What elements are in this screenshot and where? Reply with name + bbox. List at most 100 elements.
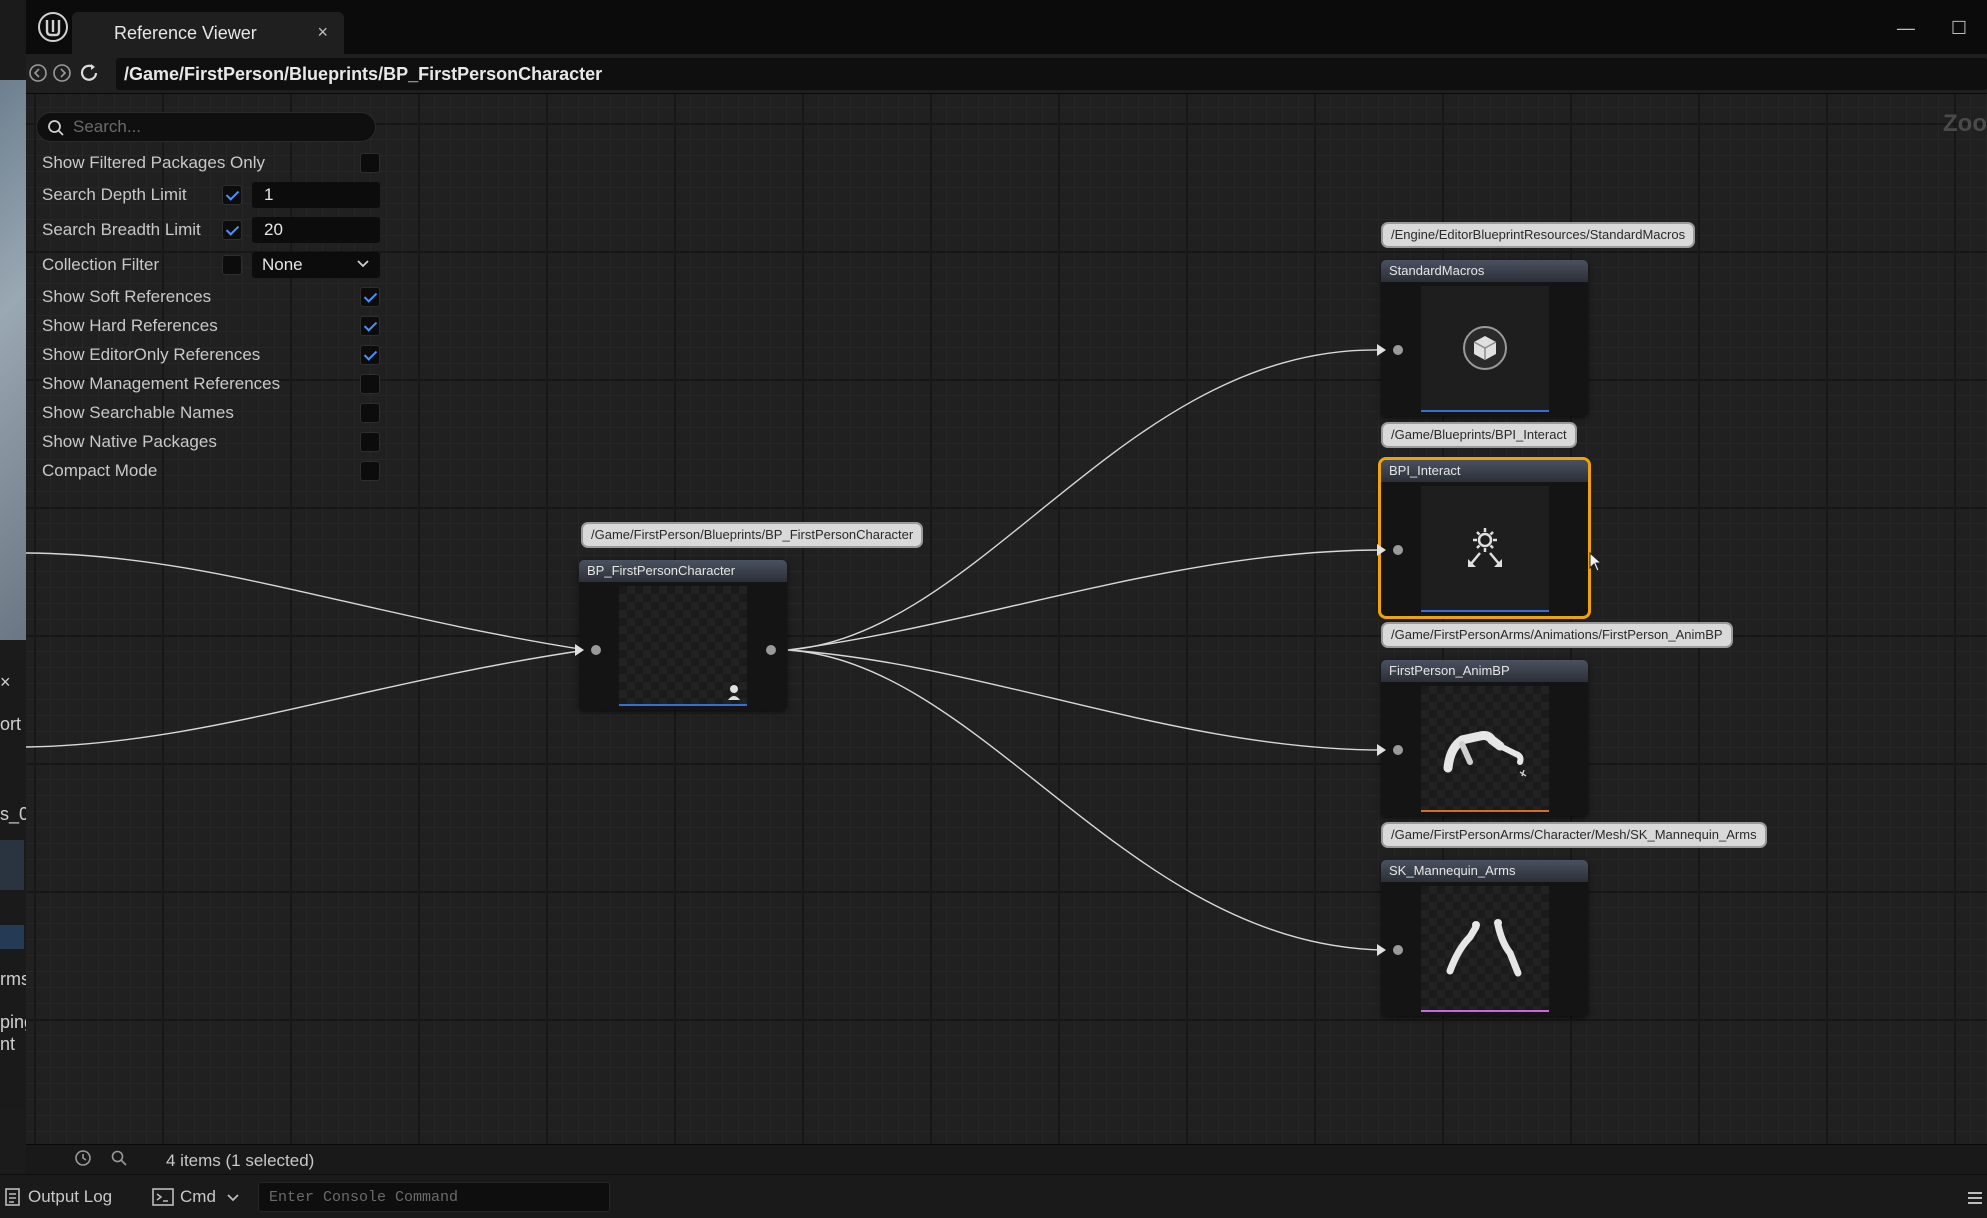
output-pin[interactable] — [766, 645, 776, 655]
compact-mode-checkbox[interactable] — [360, 461, 380, 481]
node-path-label: /Engine/EditorBlueprintResources/Standar… — [1381, 222, 1696, 248]
output-log-button[interactable]: Output Log — [28, 1187, 112, 1207]
input-arrow — [1377, 744, 1386, 756]
node-header: StandardMacros — [1381, 260, 1588, 282]
node-path-label: /Game/FirstPersonArms/Animations/FirstPe… — [1381, 622, 1733, 648]
wire-to-standardmacros — [787, 349, 1384, 651]
collection-filter-dropdown[interactable]: None — [252, 252, 380, 278]
console-command-field[interactable] — [258, 1182, 610, 1212]
option-label: Show Native Packages — [42, 432, 217, 451]
show-soft-references-checkbox[interactable] — [360, 287, 380, 307]
mouse-cursor-icon — [1589, 552, 1603, 572]
console-command-input[interactable] — [259, 1183, 609, 1211]
option-label: Show Filtered Packages Only — [42, 153, 265, 172]
maximize-button[interactable]: ☐ — [1951, 18, 1967, 39]
show-management-references-checkbox[interactable] — [360, 374, 380, 394]
asset-type-bar — [1421, 610, 1549, 612]
collection-filter-checkbox[interactable] — [222, 255, 242, 275]
show-searchable-names-checkbox[interactable] — [360, 403, 380, 423]
show-native-packages-checkbox[interactable] — [360, 432, 380, 452]
minimize-button[interactable]: — — [1897, 18, 1915, 39]
input-pin[interactable] — [591, 645, 601, 655]
chevron-down-icon — [357, 260, 369, 268]
asset-type-bar — [619, 704, 747, 706]
option-label: Collection Filter — [42, 255, 160, 274]
asset-path-field[interactable]: /Game/FirstPerson/Blueprints/BP_FirstPer… — [116, 58, 1987, 90]
arms-mesh-icon — [1446, 919, 1522, 977]
chevron-down-icon[interactable] — [226, 1191, 240, 1205]
path-bar: /Game/FirstPerson/Blueprints/BP_FirstPer… — [26, 54, 1987, 94]
option-show-filtered-packages-only: Show Filtered Packages Only — [42, 150, 382, 176]
node-bp-firstpersoncharacter[interactable]: BP_FirstPersonCharacter — [575, 560, 787, 710]
background-close-icon: × — [0, 672, 11, 692]
input-arrow — [575, 644, 584, 656]
reference-viewer-window: Reference Viewer × — ☐ /Game/FirstPerson… — [26, 0, 1987, 1174]
search-breadth-limit-value: 20 — [264, 220, 283, 239]
history-icon[interactable] — [74, 1149, 92, 1167]
input-pin[interactable] — [1393, 545, 1403, 555]
background-selection — [0, 840, 24, 890]
background-text: ort — [0, 714, 22, 734]
show-editoronly-references-checkbox[interactable] — [360, 345, 380, 365]
input-pin[interactable] — [1393, 345, 1403, 355]
background-text: s_0 — [0, 804, 26, 824]
node-bpi-interact[interactable]: BPI_Interact — [1377, 457, 1591, 619]
node-sk-mannequin-arms[interactable]: SK_Mannequin_Arms — [1377, 860, 1588, 1016]
panel-menu-icon[interactable] — [1966, 1189, 1984, 1207]
option-label: Show EditorOnly References — [42, 345, 261, 364]
asset-type-bar — [1421, 410, 1549, 412]
search-breadth-limit-field[interactable]: 20 — [252, 217, 380, 243]
blueprint-thumbnail — [619, 586, 747, 704]
option-show-native-packages: Show Native Packages — [42, 429, 382, 455]
option-label: Search Breadth Limit — [42, 220, 201, 239]
node-header: SK_Mannequin_Arms — [1381, 860, 1588, 882]
input-pin[interactable] — [1393, 945, 1403, 955]
incoming-wire — [26, 649, 587, 748]
option-label: Show Hard References — [42, 316, 218, 335]
background-selection-2 — [0, 925, 24, 949]
node-title: SK_Mannequin_Arms — [1389, 863, 1516, 878]
tab-reference-viewer[interactable]: Reference Viewer × — [72, 12, 344, 54]
output-log-icon — [5, 1188, 20, 1206]
cmd-dropdown[interactable]: Cmd — [180, 1187, 216, 1207]
forward-icon[interactable] — [52, 63, 72, 83]
show-filtered-packages-only-checkbox[interactable] — [360, 153, 380, 173]
interface-icon — [1468, 528, 1502, 567]
standardmacros-thumbnail — [1421, 286, 1549, 410]
node-title: BP_FirstPersonCharacter — [587, 563, 736, 578]
node-firstperson-animbp[interactable]: FirstPerson_AnimBP — [1377, 660, 1588, 816]
search-icon — [48, 120, 64, 136]
animbp-thumbnail — [1421, 686, 1549, 810]
status-bar: 4 items (1 selected) — [26, 1144, 1987, 1174]
wire-to-bpi-interact — [787, 549, 1384, 651]
search-input[interactable] — [73, 116, 363, 138]
search-depth-limit-field[interactable]: 1 — [252, 182, 380, 208]
input-pin[interactable] — [1393, 745, 1403, 755]
tab-close-icon[interactable]: × — [317, 22, 328, 43]
item-count: 4 items (1 selected) — [166, 1151, 315, 1170]
refresh-icon[interactable] — [78, 62, 100, 84]
back-icon[interactable] — [28, 63, 48, 83]
node-title: StandardMacros — [1389, 263, 1485, 278]
background-text: ping — [0, 1012, 26, 1032]
option-show-soft-references: Show Soft References — [42, 284, 382, 310]
wire-to-firstperson-animbp — [787, 649, 1384, 751]
node-path-label: /Game/FirstPersonArms/Character/Mesh/SK_… — [1381, 822, 1767, 848]
background-viewport — [0, 80, 26, 640]
option-show-hard-references: Show Hard References — [42, 313, 382, 339]
option-show-searchable-names: Show Searchable Names — [42, 400, 382, 426]
node-title: FirstPerson_AnimBP — [1389, 663, 1510, 678]
node-standardmacros[interactable]: StandardMacros — [1377, 260, 1588, 416]
search-box[interactable] — [36, 112, 376, 142]
search-depth-limit-checkbox[interactable] — [222, 185, 242, 205]
show-hard-references-checkbox[interactable] — [360, 316, 380, 336]
option-label: Search Depth Limit — [42, 185, 187, 204]
reference-graph[interactable]: Zoo Show Filtered Packages Only — [26, 94, 1987, 1144]
window-controls: — ☐ — [1897, 18, 1967, 39]
option-label: Show Management References — [42, 374, 281, 393]
search-breadth-limit-checkbox[interactable] — [222, 220, 242, 240]
find-icon[interactable] — [110, 1149, 128, 1167]
option-show-editoronly-references: Show EditorOnly References — [42, 342, 382, 368]
background-text: nt — [0, 1034, 16, 1054]
node-path-label: /Game/FirstPerson/Blueprints/BP_FirstPer… — [581, 522, 924, 548]
